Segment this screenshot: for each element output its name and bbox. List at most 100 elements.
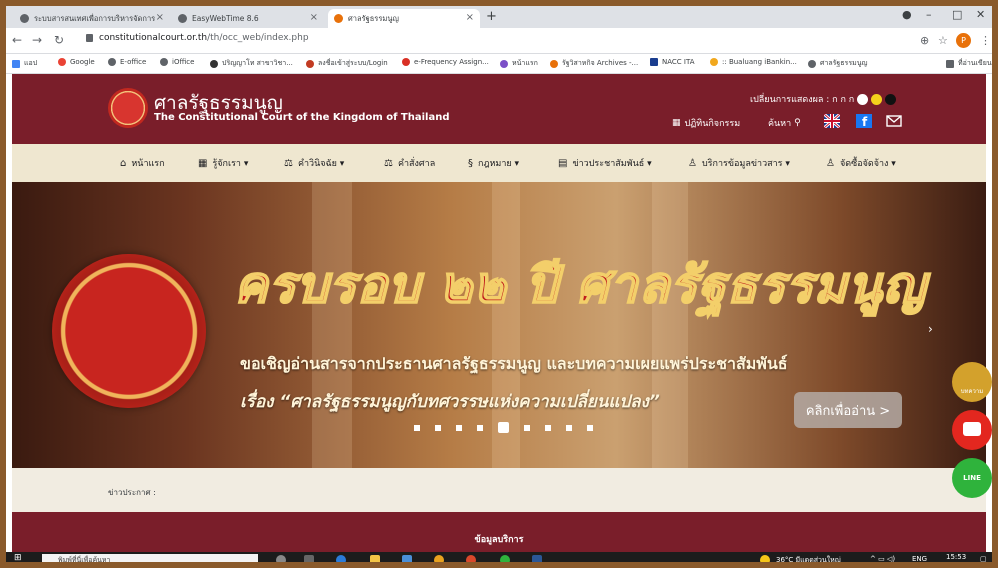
bookmark-item[interactable]: :: Bualuang iBankin... [710,58,797,66]
bookmark-item[interactable]: รัฐวิสาหกิจ Archives -... [550,58,638,69]
svg-text:f: f [862,115,868,128]
weather-icon[interactable] [760,555,770,562]
browser-tab[interactable]: ระบบสารสนเทศเพื่อการบริหารจัดการ × [14,9,170,28]
calendar-link[interactable]: ▦ ปฏิทินกิจกรรม [672,116,740,130]
article-book-icon[interactable]: บทความ [952,362,992,402]
bookmark-apps[interactable]: แอป [12,58,37,69]
uk-flag-icon[interactable] [824,114,840,128]
browser-tab[interactable]: EasyWebTime 8.6 × [172,9,324,28]
bookmark-item[interactable]: ศาลรัฐธรรมนูญ [808,58,867,69]
mode-white-icon[interactable] [857,93,869,105]
chrome-icon[interactable] [434,555,444,562]
home-icon: ⌂ [120,158,127,169]
system-tray-icon[interactable]: ^ ▭ ◁) [870,555,895,562]
tab-search-icon[interactable]: ● [902,8,912,21]
bookmark-item[interactable]: ลงชื่อเข้าสู่ระบบ/Login [306,58,388,69]
globe-icon [108,58,116,66]
slide-dot[interactable] [545,424,551,431]
slide-dot-active[interactable] [498,422,509,433]
edge-icon[interactable] [336,555,346,562]
clock[interactable]: 15:53 [946,553,966,561]
announcement-label: ข่าวประกาศ : [108,488,156,497]
close-icon[interactable]: × [466,12,474,23]
minimize-icon[interactable]: – [926,8,932,21]
slide-dot[interactable] [566,424,572,431]
nav-home[interactable]: ⌂ หน้าแรก [120,156,165,170]
search-link[interactable]: ค้นหา ⚲ [768,116,801,130]
nav-court-orders[interactable]: ⚖ คำสั่งศาล [384,156,435,170]
youtube-icon[interactable] [952,410,992,450]
slide-dot[interactable] [587,424,593,431]
cortana-icon[interactable] [276,555,286,562]
nav-label: คำสั่งศาล [397,159,436,169]
next-slide-icon[interactable]: › [928,322,933,336]
slide-dot[interactable] [414,424,420,431]
bookmark-label: รัฐวิสาหกิจ Archives -... [562,59,639,67]
hero-headline: ครบรอบ ๒๒ ปี ศาลรัฐธรรมนูญ [233,254,927,315]
back-icon[interactable]: ← [12,33,22,47]
taskbar-search-input[interactable]: พิมพ์ที่นี่เพื่อค้นหา [42,554,258,562]
window-close-icon[interactable]: ✕ [976,8,985,21]
zoom-icon[interactable]: ⊕ [920,34,929,47]
bookmark-item[interactable]: NACC ITA [650,58,695,66]
nav-law[interactable]: § กฎหมาย ▾ [468,156,519,170]
new-tab-icon[interactable]: + [486,9,497,24]
forward-icon[interactable]: → [32,33,42,47]
bookmark-item[interactable]: หน้าแรก [500,58,538,69]
bookmark-label: E-office [120,58,147,66]
mode-black-icon[interactable] [885,93,897,105]
profile-avatar[interactable]: P [956,33,971,48]
bookmark-reading-list[interactable]: ที่อ่านเขียน [946,58,992,69]
slide-dot[interactable] [477,424,483,431]
bookmark-item[interactable]: e-Frequency Assign... [402,58,489,66]
slide-dot[interactable] [524,424,530,431]
store-icon[interactable] [402,555,412,562]
close-icon[interactable]: × [310,12,318,23]
bookmark-item[interactable]: Google [58,58,95,66]
notification-icon[interactable]: ▢ [980,555,987,562]
bookmark-item[interactable]: ปริญญาโท สาขาวิชา... [210,58,293,69]
browser-tab-active[interactable]: ศาลรัฐธรรมนูญ × [328,9,480,28]
line-icon[interactable]: LINE [952,458,992,498]
file-explorer-icon[interactable] [370,555,380,562]
app-icon[interactable] [466,555,476,562]
star-icon[interactable]: ☆ [938,34,948,47]
display-mode-label[interactable]: เปลี่ยนการแสดงผล : ก ก ก [750,92,854,106]
slide-dot[interactable] [435,424,441,431]
reload-icon[interactable]: ↻ [54,33,64,47]
mode-yellow-icon[interactable] [871,93,883,105]
nav-procurement[interactable]: ♙ จัดซื้อจัดจ้าง ▾ [826,156,896,170]
nav-information-services[interactable]: ♙ บริการข้อมูลข่าวสาร ▾ [688,156,790,170]
facebook-icon[interactable]: f [856,114,872,128]
close-icon[interactable]: × [156,12,164,23]
slide-dot[interactable] [456,424,462,431]
globe-icon [160,58,168,66]
nav-rulings[interactable]: ⚖ คำวินิจฉัย ▾ [284,156,344,170]
lock-icon [86,34,93,42]
menu-icon[interactable]: ⋮ [980,34,991,47]
tab-label: ศาลรัฐธรรมนูญ [348,13,399,23]
bookmark-label: ศาลรัฐธรรมนูญ [820,59,868,67]
maximize-icon[interactable]: □ [952,8,962,21]
task-view-icon[interactable] [304,555,314,562]
hero-banner[interactable]: ครบรอบ ๒๒ ปี ศาลรัฐธรรมนูญ ขอเชิญอ่านสาร… [12,182,986,468]
hero-text-line-2: เรื่อง “ศาลรัฐธรรมนูญกับทศวรรษแห่งความเป… [240,392,660,412]
weather-text[interactable]: 36°C มีแดดส่วนใหญ่ [776,555,841,562]
word-icon[interactable] [532,555,542,562]
bookmark-label: Google [70,58,95,66]
bookmark-item[interactable]: iOffice [160,58,194,66]
court-logo-icon[interactable] [108,88,148,128]
bookmark-item[interactable]: E-office [108,58,146,66]
mail-icon[interactable] [886,114,902,128]
court-emblem-icon [52,254,206,408]
address-bar-row: ← → ↻ constitutionalcourt.or.th /th/occ_… [6,28,992,54]
screen: ระบบสารสนเทศเพื่อการบริหารจัดการ × EasyW… [0,0,998,568]
url-input[interactable]: constitutionalcourt.or.th /th/occ_web/in… [86,33,309,43]
line-app-icon[interactable] [500,555,510,562]
windows-start-icon[interactable]: ⊞ [14,553,22,562]
bookmarks-bar: แอป Google E-office iOffice ปริญญาโท สาข… [6,54,992,74]
read-more-button[interactable]: คลิกเพื่ออ่าน > [794,392,902,428]
nav-about[interactable]: ▦ รู้จักเรา ▾ [198,156,248,170]
language-indicator[interactable]: ENG [912,555,927,562]
nav-news[interactable]: ▤ ข่าวประชาสัมพันธ์ ▾ [558,156,652,170]
